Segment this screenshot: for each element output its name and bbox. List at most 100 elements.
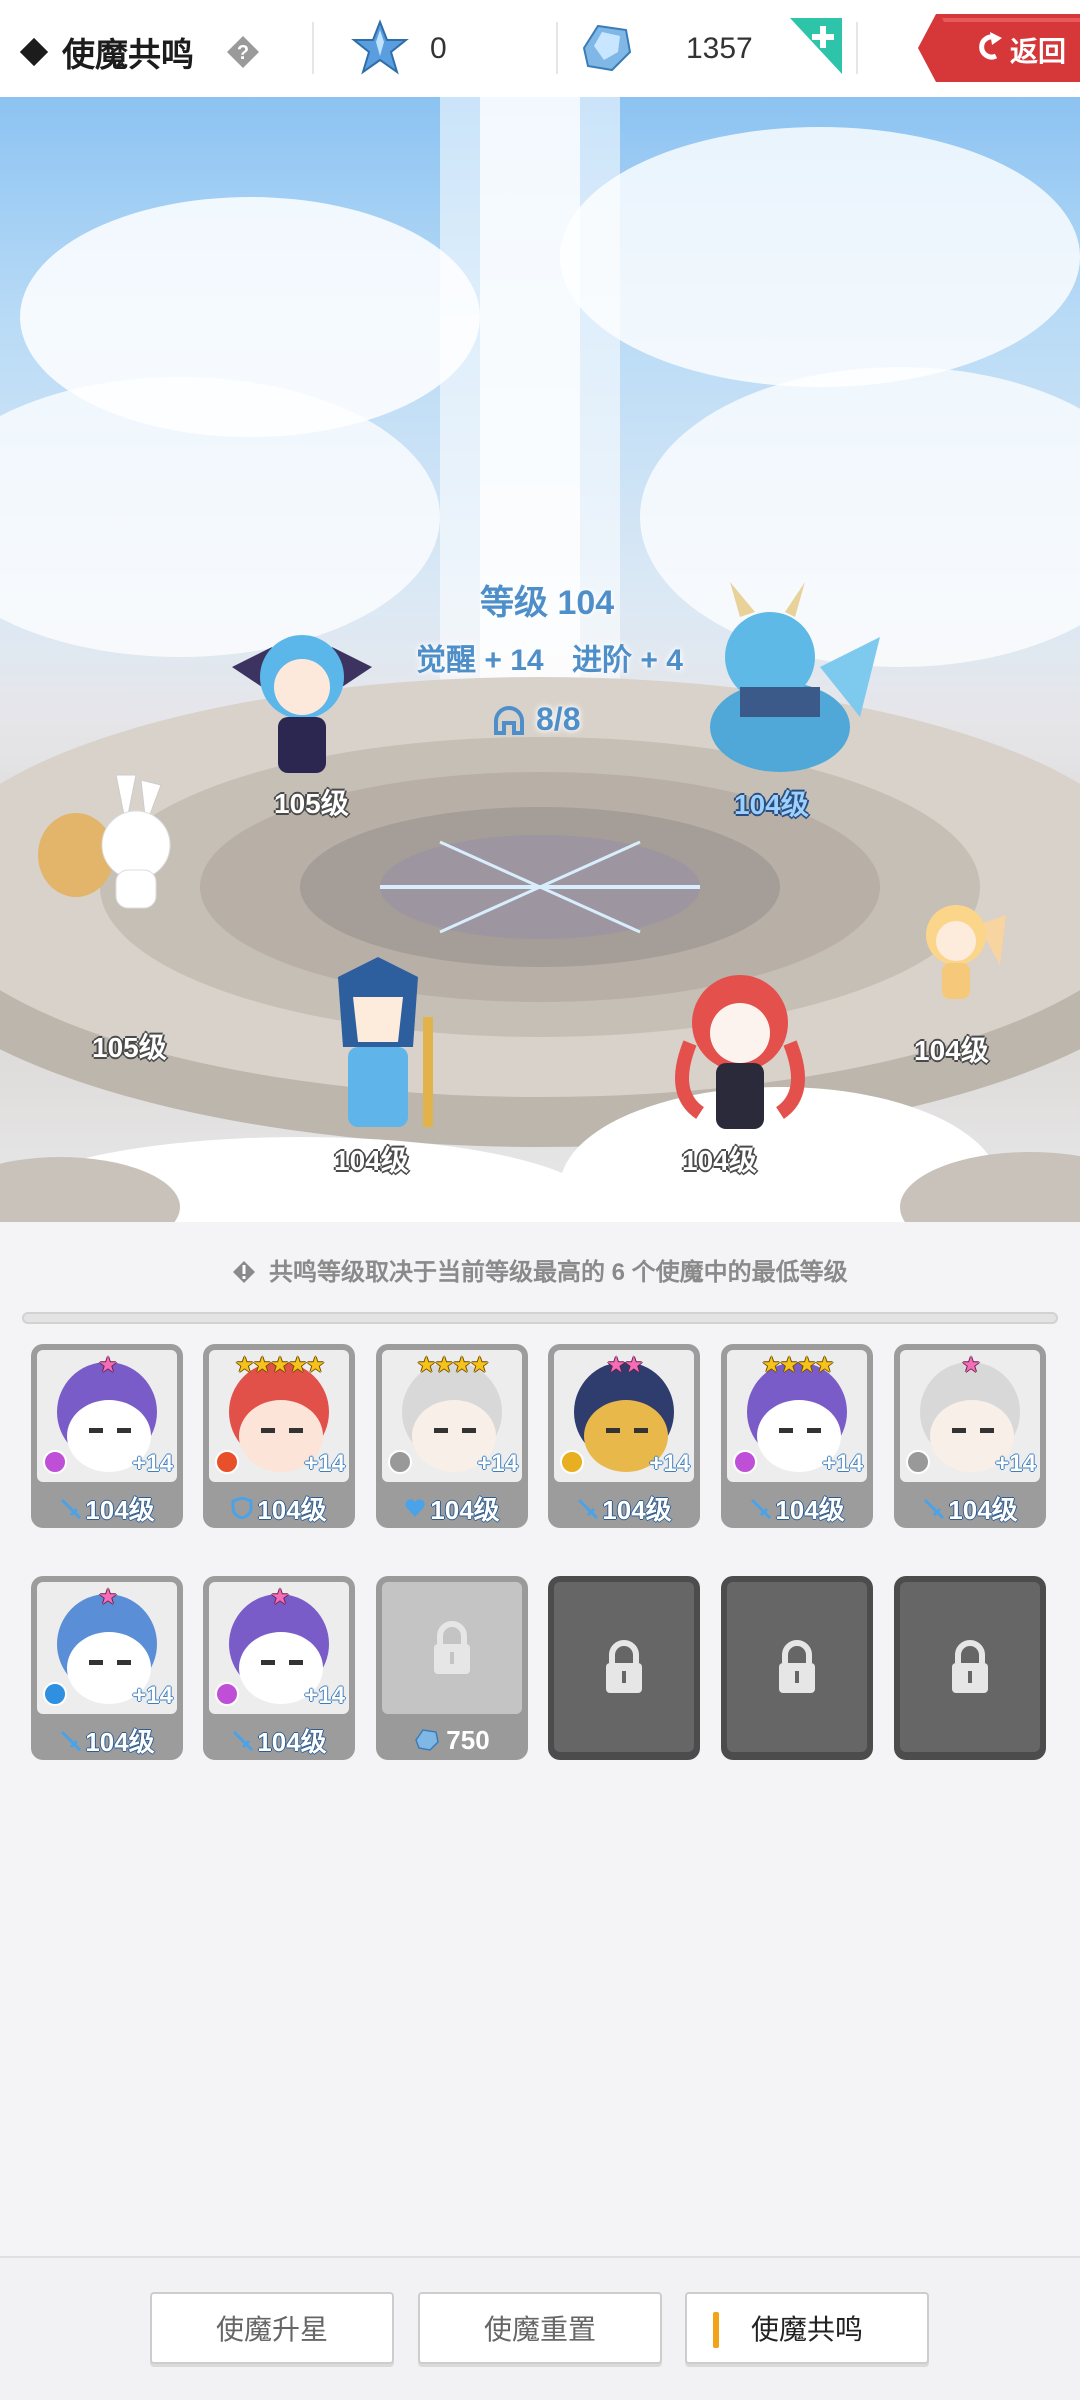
divider bbox=[556, 22, 558, 74]
sword-class-icon bbox=[61, 1498, 82, 1519]
familiar-level: 104级 bbox=[31, 1722, 183, 1758]
star-rating: ★ bbox=[98, 1352, 118, 1377]
slot-frame bbox=[900, 1582, 1040, 1752]
familiar-card[interactable]: ★ +14 104级 bbox=[31, 1576, 183, 1760]
familiar-card[interactable]: ★★★★ +14 104级 bbox=[721, 1344, 873, 1528]
dark-element-icon bbox=[733, 1450, 757, 1474]
tab-label: 使魔升星 bbox=[215, 2314, 328, 2345]
star-rating: ★ bbox=[98, 1584, 118, 1609]
lock-icon bbox=[952, 1640, 988, 1693]
hero-red-maid[interactable] bbox=[650, 963, 830, 1143]
sword-class-icon bbox=[924, 1498, 945, 1519]
star-rating: ★★★★★ bbox=[234, 1352, 326, 1377]
familiar-level: 104级 bbox=[894, 1490, 1046, 1526]
familiar-level: 104级 bbox=[548, 1490, 700, 1526]
familiar-level-text: 104级 bbox=[257, 1726, 327, 1757]
familiar-portrait-frame: ★★★★ +14 bbox=[382, 1350, 522, 1482]
hero-pharaoh[interactable] bbox=[298, 957, 458, 1147]
return-arrow-icon bbox=[979, 32, 1002, 60]
awaken-plus: +14 bbox=[304, 1450, 345, 1477]
familiar-level: 104级 bbox=[376, 1490, 528, 1526]
familiar-card[interactable]: ★★★★ +14 104级 bbox=[376, 1344, 528, 1528]
light-element-icon bbox=[388, 1450, 412, 1474]
hero-level-label: 104级 bbox=[682, 1145, 757, 1176]
slot-frame bbox=[554, 1582, 694, 1752]
slot-count: 8/8 bbox=[492, 701, 580, 738]
locked-slot bbox=[548, 1576, 700, 1760]
resonance-level: 等级 104 bbox=[480, 584, 615, 622]
divider bbox=[312, 22, 314, 74]
page-title: 使魔共鸣 bbox=[19, 28, 194, 76]
familiar-card[interactable]: ★ +14 104级 bbox=[31, 1344, 183, 1528]
wind-element-icon bbox=[560, 1450, 584, 1474]
tab-label: 使魔共鸣 bbox=[750, 2314, 863, 2345]
familiar-level: 104级 bbox=[31, 1490, 183, 1526]
sword-class-icon bbox=[233, 1730, 254, 1751]
hero-vampire[interactable] bbox=[232, 607, 372, 787]
familiar-portrait-frame: ★ +14 bbox=[37, 1582, 177, 1714]
back-button-label: 返回 bbox=[1010, 36, 1067, 67]
tab-label: 使魔重置 bbox=[483, 2314, 596, 2345]
familiar-portrait-frame: ★★★★★ +14 bbox=[209, 1350, 349, 1482]
familiar-level-text: 104级 bbox=[948, 1494, 1018, 1525]
hero-level-label: 104级 bbox=[734, 789, 809, 820]
heart-class-icon bbox=[405, 1499, 425, 1517]
bottom-tab-bar: 使魔升星 使魔重置 使魔共鸣 bbox=[0, 2256, 1080, 2400]
active-tab-indicator bbox=[713, 2312, 719, 2348]
star-rating: ★ bbox=[270, 1584, 290, 1609]
unlock-slot[interactable]: 750 bbox=[376, 1576, 528, 1760]
sword-class-icon bbox=[61, 1730, 82, 1751]
awaken-plus: +14 bbox=[304, 1682, 345, 1709]
advance-bonus: 进阶 + 4 bbox=[572, 644, 683, 677]
hero-rabbit[interactable] bbox=[36, 765, 176, 915]
familiar-level-text: 104级 bbox=[775, 1494, 845, 1525]
star-rating: ★★★★ bbox=[416, 1352, 490, 1377]
hero-dragon[interactable] bbox=[680, 577, 880, 787]
hero-level-label: 104级 bbox=[334, 1145, 409, 1176]
locked-slot bbox=[894, 1576, 1046, 1760]
water-element-icon bbox=[43, 1682, 67, 1706]
svg-text:?: ? bbox=[237, 42, 249, 64]
familiar-level-text: 104级 bbox=[602, 1494, 672, 1525]
tab-reset[interactable]: 使魔重置 bbox=[418, 2292, 662, 2364]
slot-frame bbox=[727, 1582, 867, 1752]
familiar-level: 104级 bbox=[721, 1490, 873, 1526]
awaken-plus: +14 bbox=[132, 1450, 173, 1477]
light-element-icon bbox=[906, 1450, 930, 1474]
familiar-card[interactable]: ★★ +14 104级 bbox=[548, 1344, 700, 1528]
familiar-card[interactable]: ★★★★★ +14 104级 bbox=[203, 1344, 355, 1528]
awaken-plus: +14 bbox=[822, 1450, 863, 1477]
gem-icon bbox=[582, 24, 632, 72]
familiar-level: 104级 bbox=[203, 1490, 355, 1526]
warning-icon bbox=[233, 1261, 256, 1283]
resonance-scene: 等级 104 觉醒 + 14 进阶 + 4 8/8 105级 104级 105级… bbox=[0, 97, 1080, 1222]
familiar-card[interactable]: ★ +14 104级 bbox=[203, 1576, 355, 1760]
help-icon[interactable]: ? bbox=[225, 34, 261, 70]
familiar-level-text: 104级 bbox=[85, 1726, 155, 1757]
familiar-portrait-frame: ★ +14 bbox=[37, 1350, 177, 1482]
gem-count: 1357 bbox=[686, 32, 753, 65]
familiar-portrait-frame: ★ +14 bbox=[900, 1350, 1040, 1482]
awaken-plus: +14 bbox=[995, 1450, 1036, 1477]
lock-icon bbox=[779, 1640, 815, 1693]
tab-resonance[interactable]: 使魔共鸣 bbox=[685, 2292, 929, 2364]
familiar-level-text: 104级 bbox=[257, 1494, 327, 1525]
resonance-info: 共鸣等级取决于当前等级最高的 6 个使魔中的最低等级 bbox=[0, 1252, 1080, 1287]
back-button[interactable]: 返回 bbox=[918, 14, 1080, 82]
shield-class-icon bbox=[231, 1497, 253, 1519]
tab-upgrade-star[interactable]: 使魔升星 bbox=[150, 2292, 394, 2364]
awaken-plus: +14 bbox=[649, 1450, 690, 1477]
diamond-icon bbox=[19, 37, 49, 67]
hero-fairy[interactable] bbox=[908, 885, 1008, 1015]
familiar-portrait-frame: ★ +14 bbox=[209, 1582, 349, 1714]
star-rating: ★ bbox=[961, 1352, 981, 1377]
add-gem-button[interactable] bbox=[790, 18, 842, 74]
awaken-plus: +14 bbox=[477, 1450, 518, 1477]
slot-frame bbox=[382, 1582, 522, 1714]
unlock-cost-value: 750 bbox=[446, 1724, 490, 1755]
star-rating: ★★★★ bbox=[761, 1352, 835, 1377]
familiar-card[interactable]: ★ +14 104级 bbox=[894, 1344, 1046, 1528]
sword-class-icon bbox=[578, 1498, 599, 1519]
hero-level-label: 104级 bbox=[914, 1035, 989, 1066]
familiar-level-text: 104级 bbox=[85, 1494, 155, 1525]
